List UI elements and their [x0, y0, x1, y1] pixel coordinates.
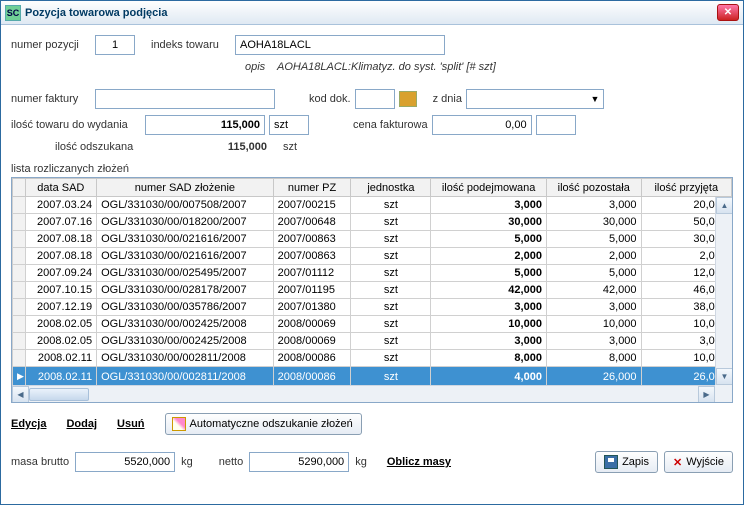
ilosc-odszukana-value: 115,000	[149, 141, 267, 153]
scroll-right-icon[interactable]: ▶	[698, 386, 715, 403]
auto-odszukanie-button[interactable]: Automatyczne odszukanie złożeń	[165, 413, 362, 435]
netto-jm: kg	[355, 456, 367, 468]
scroll-left-icon[interactable]: ◀	[12, 386, 29, 403]
th-ilosc-przyjeta[interactable]: ilość przyjęta	[641, 179, 731, 197]
th-numer-pz[interactable]: numer PZ	[273, 179, 351, 197]
table-row[interactable]: 2007.12.19OGL/331030/00/035786/20072007/…	[13, 299, 732, 316]
table-row[interactable]: 2008.02.05OGL/331030/00/002425/20082008/…	[13, 316, 732, 333]
close-icon: ✕	[673, 456, 682, 469]
scroll-thumb[interactable]	[29, 388, 89, 401]
save-icon	[604, 455, 618, 469]
data-table[interactable]: data SAD numer SAD złożenie numer PZ jed…	[12, 178, 732, 387]
th-ilosc-podejmowana[interactable]: ilość podejmowana	[431, 179, 547, 197]
table-row[interactable]: 2007.10.15OGL/331030/00/028178/20072007/…	[13, 282, 732, 299]
table-row[interactable]: ▶2008.02.11OGL/331030/00/002811/20082008…	[13, 367, 732, 387]
masa-netto-label: netto	[219, 456, 243, 468]
wand-icon	[172, 417, 186, 431]
th-numer-sad[interactable]: numer SAD złożenie	[97, 179, 274, 197]
ilosc-wydania-label: ilość towaru do wydania	[11, 119, 141, 131]
lookup-icon[interactable]	[399, 91, 417, 107]
ilosc-wydania-input[interactable]	[145, 115, 265, 135]
th-data-sad[interactable]: data SAD	[25, 179, 96, 197]
numer-pozycji-input[interactable]	[95, 35, 135, 55]
window-title: Pozycja towarowa podjęcia	[25, 7, 717, 19]
numer-faktury-label: numer faktury	[11, 93, 91, 105]
dialog-window: SC Pozycja towarowa podjęcia ✕ numer poz…	[0, 0, 744, 505]
app-icon: SC	[5, 5, 21, 21]
z-dnia-input[interactable]	[467, 90, 587, 108]
jm-wydania-input[interactable]	[269, 115, 309, 135]
masa-brutto-input[interactable]	[75, 452, 175, 472]
cena-fakturowa-label: cena fakturowa	[353, 119, 428, 131]
ilosc-odszukana-label: ilość odszukana	[55, 141, 145, 153]
numer-faktury-input[interactable]	[95, 89, 275, 109]
scrollbar-horizontal[interactable]: ◀ ▶	[12, 385, 715, 402]
table-row[interactable]: 2008.02.11OGL/331030/00/002811/20082008/…	[13, 350, 732, 367]
brutto-jm: kg	[181, 456, 193, 468]
scrollbar-vertical[interactable]: ▲ ▼	[715, 197, 732, 385]
oblicz-masy-button[interactable]: Oblicz masy	[387, 456, 451, 468]
table-row[interactable]: 2007.07.16OGL/331030/00/018200/20072007/…	[13, 214, 732, 231]
scroll-up-icon[interactable]: ▲	[716, 197, 733, 214]
cena-fakturowa-input[interactable]	[432, 115, 532, 135]
indeks-towaru-label: indeks towaru	[151, 39, 231, 51]
z-dnia-dropdown[interactable]: ▼	[466, 89, 604, 109]
kod-dok-input[interactable]	[355, 89, 395, 109]
table-row[interactable]: 2007.08.18OGL/331030/00/021616/20072007/…	[13, 231, 732, 248]
th-ilosc-pozostala[interactable]: ilość pozostała	[546, 179, 641, 197]
opis-label: opis	[245, 61, 273, 73]
close-button[interactable]: ✕	[717, 4, 739, 21]
scroll-down-icon[interactable]: ▼	[716, 368, 733, 385]
edycja-button[interactable]: Edycja	[11, 418, 46, 430]
masa-netto-input[interactable]	[249, 452, 349, 472]
titlebar: SC Pozycja towarowa podjęcia ✕	[1, 1, 743, 25]
usun-button[interactable]: Usuń	[117, 418, 145, 430]
kod-dok-label: kod dok.	[309, 93, 351, 105]
indeks-towaru-input[interactable]	[235, 35, 445, 55]
cena-waluta-input[interactable]	[536, 115, 576, 135]
row-marker-icon: ▶	[17, 368, 21, 385]
table-title: lista rozliczanych złożeń	[11, 163, 733, 175]
table-row[interactable]: 2008.02.05OGL/331030/00/002425/20082008/…	[13, 333, 732, 350]
zapis-button[interactable]: Zapis	[595, 451, 658, 473]
numer-pozycji-label: numer pozycji	[11, 39, 91, 51]
dodaj-button[interactable]: Dodaj	[66, 418, 97, 430]
table-header-row: data SAD numer SAD złożenie numer PZ jed…	[13, 179, 732, 197]
jm-odszukana: szt	[283, 141, 297, 153]
chevron-down-icon[interactable]: ▼	[587, 94, 603, 104]
wyjscie-button[interactable]: ✕ Wyjście	[664, 451, 733, 473]
table-row[interactable]: 2007.08.18OGL/331030/00/021616/20072007/…	[13, 248, 732, 265]
masa-brutto-label: masa brutto	[11, 456, 69, 468]
table-row[interactable]: 2007.03.24OGL/331030/00/007508/20072007/…	[13, 197, 732, 214]
th-jednostka[interactable]: jednostka	[351, 179, 431, 197]
opis-value: AOHA18LACL:Klimatyz. do syst. 'split' [#…	[277, 61, 496, 73]
z-dnia-label: z dnia	[433, 93, 462, 105]
table-container: data SAD numer SAD złożenie numer PZ jed…	[11, 177, 733, 403]
table-row[interactable]: 2007.09.24OGL/331030/00/025495/20072007/…	[13, 265, 732, 282]
